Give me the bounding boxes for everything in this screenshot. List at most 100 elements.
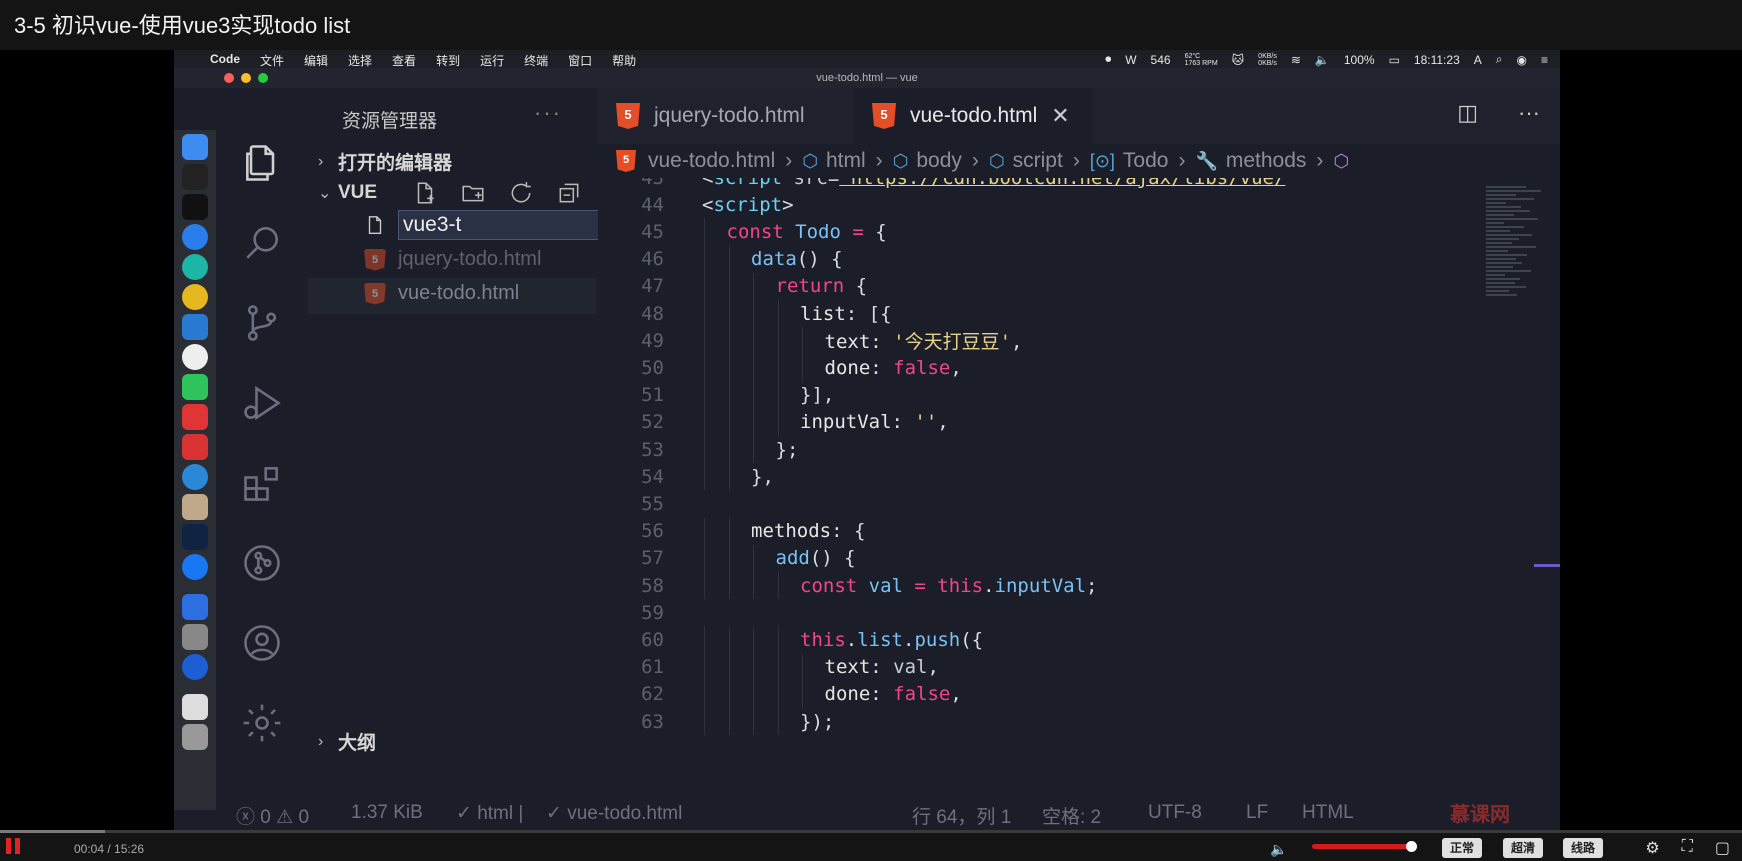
- problems-indicator[interactable]: ⓧ 0 ⚠ 0: [236, 802, 309, 829]
- safari-icon[interactable]: [182, 224, 208, 250]
- menu-app[interactable]: Code: [210, 52, 240, 69]
- breadcrumb-file[interactable]: vue-todo.html: [648, 149, 775, 173]
- tab-vue-todo[interactable]: 5 vue-todo.html ✕: [854, 88, 1092, 144]
- speed-button[interactable]: 正常: [1442, 838, 1483, 858]
- maps-icon[interactable]: [182, 554, 208, 580]
- minimap[interactable]: [1486, 184, 1542, 334]
- explorer-icon[interactable]: [216, 128, 308, 198]
- activity-monitor-icon[interactable]: [182, 164, 208, 190]
- scrollbar-marker[interactable]: [1534, 564, 1560, 567]
- code-token: list: [857, 628, 903, 651]
- fullscreen-icon[interactable]: ▢: [1715, 838, 1730, 858]
- qq-icon[interactable]: [182, 344, 208, 370]
- close-tab-icon[interactable]: ✕: [1051, 103, 1069, 129]
- trash-icon[interactable]: [182, 724, 208, 750]
- indent-guide: [728, 708, 730, 736]
- code-token: () {: [796, 248, 843, 271]
- settings-gear-icon[interactable]: [216, 688, 308, 758]
- indent-guide: [704, 517, 705, 545]
- indent-guide: [753, 272, 754, 300]
- new-file-icon[interactable]: [412, 180, 438, 206]
- open-editors-label: 打开的编辑器: [338, 153, 453, 174]
- youdao-icon[interactable]: [182, 434, 208, 460]
- language-mode[interactable]: HTML: [1302, 802, 1354, 824]
- indent-guide: [704, 272, 705, 300]
- run-debug-icon[interactable]: [216, 368, 308, 438]
- document-icon[interactable]: [182, 694, 208, 720]
- menu-item[interactable]: 窗口: [568, 52, 592, 69]
- open-editors-section[interactable]: › 打开的编辑器: [318, 148, 452, 175]
- folder-vue-section[interactable]: ⌄ VUE: [318, 182, 377, 204]
- settings-icon[interactable]: ⚙: [1645, 838, 1659, 858]
- system-preferences-icon[interactable]: [182, 624, 208, 650]
- tab-jquery-todo[interactable]: 5 jquery-todo.html: [598, 88, 854, 144]
- line-ending[interactable]: LF: [1246, 802, 1268, 824]
- html-check[interactable]: ✓ html |: [456, 802, 523, 825]
- volume-knob[interactable]: [1406, 841, 1417, 852]
- menu-item[interactable]: 文件: [260, 52, 284, 69]
- search-icon[interactable]: [216, 208, 308, 278]
- breadcrumb-html[interactable]: html: [826, 149, 866, 173]
- browser-icon[interactable]: [182, 654, 208, 680]
- breadcrumb-body[interactable]: body: [916, 149, 962, 173]
- minimize-window-button[interactable]: [241, 73, 251, 83]
- code-line: 49 text: '今天打豆豆',: [598, 327, 1022, 354]
- new-folder-icon[interactable]: [460, 180, 486, 206]
- menu-item[interactable]: 帮助: [612, 52, 636, 69]
- zoom-window-button[interactable]: [258, 73, 268, 83]
- code-token: this: [937, 574, 984, 597]
- filename-input[interactable]: [398, 210, 608, 240]
- menu-item[interactable]: 转到: [436, 52, 460, 69]
- breadcrumb-script[interactable]: script: [1013, 149, 1063, 173]
- volume-slider[interactable]: [1312, 844, 1412, 849]
- source-control-icon[interactable]: [216, 288, 308, 358]
- breadcrumb-todo[interactable]: Todo: [1123, 149, 1169, 173]
- menu-item[interactable]: 终端: [524, 52, 548, 69]
- edge-icon[interactable]: [182, 254, 208, 280]
- encoding[interactable]: UTF-8: [1148, 802, 1202, 824]
- file-check[interactable]: ✓ vue-todo.html: [546, 802, 682, 825]
- terminal-icon[interactable]: [182, 194, 208, 220]
- menu-item[interactable]: 选择: [348, 52, 372, 69]
- editor-more-button[interactable]: ···: [1518, 100, 1540, 126]
- chat-icon[interactable]: [182, 464, 208, 490]
- video-frame[interactable]: Code 文件 编辑 选择 查看 转到 运行 终端 窗口 帮助 ⏺ W 546 62°C 1763…: [0, 50, 1742, 830]
- collapse-all-icon[interactable]: [556, 180, 582, 206]
- photoshop-icon[interactable]: [182, 524, 208, 550]
- fullscreen-web-icon[interactable]: ⛶: [1682, 838, 1693, 858]
- refresh-icon[interactable]: [508, 180, 534, 206]
- chevron-right-icon: ›: [318, 732, 324, 750]
- vscode-icon[interactable]: [182, 314, 208, 340]
- wps-dock-icon[interactable]: [182, 594, 208, 620]
- file-vue-todo[interactable]: 5 vue-todo.html: [364, 282, 519, 305]
- cursor-position[interactable]: 行 64，列 1: [912, 802, 1011, 829]
- account-icon[interactable]: [216, 608, 308, 678]
- tab-label: jquery-todo.html: [654, 104, 805, 127]
- pause-icon[interactable]: [6, 838, 22, 854]
- menu-item[interactable]: 查看: [392, 52, 416, 69]
- finder-icon[interactable]: [182, 134, 208, 160]
- code-token: add: [775, 547, 810, 570]
- explorer-more-button[interactable]: ···: [534, 100, 562, 126]
- wechat-icon[interactable]: [182, 374, 208, 400]
- file-jquery-todo[interactable]: 5 jquery-todo.html: [364, 248, 541, 271]
- breadcrumb-methods[interactable]: methods: [1226, 149, 1307, 173]
- menu-item[interactable]: 运行: [480, 52, 504, 69]
- chrome-icon[interactable]: [182, 284, 208, 310]
- video-progress-bar[interactable]: [0, 830, 1742, 833]
- git-graph-icon[interactable]: [216, 528, 308, 598]
- quality-button[interactable]: 超清: [1503, 838, 1544, 858]
- indentation[interactable]: 空格: 2: [1042, 802, 1101, 829]
- indent-guide: [753, 680, 754, 708]
- menu-item[interactable]: 编辑: [304, 52, 328, 69]
- route-button[interactable]: 线路: [1563, 838, 1604, 858]
- close-window-button[interactable]: [224, 73, 234, 83]
- html5-file-icon: 5: [364, 282, 386, 305]
- code-editor[interactable]: 43<script src="https://cdn.bootcdn.net/a…: [598, 178, 1560, 796]
- split-editor-icon[interactable]: ◫: [1457, 100, 1478, 126]
- outline-section[interactable]: › 大纲: [318, 728, 376, 755]
- netease-music-icon[interactable]: [182, 404, 208, 430]
- notes-icon[interactable]: [182, 494, 208, 520]
- volume-icon[interactable]: 🔈: [1270, 841, 1287, 858]
- extensions-icon[interactable]: [216, 448, 308, 518]
